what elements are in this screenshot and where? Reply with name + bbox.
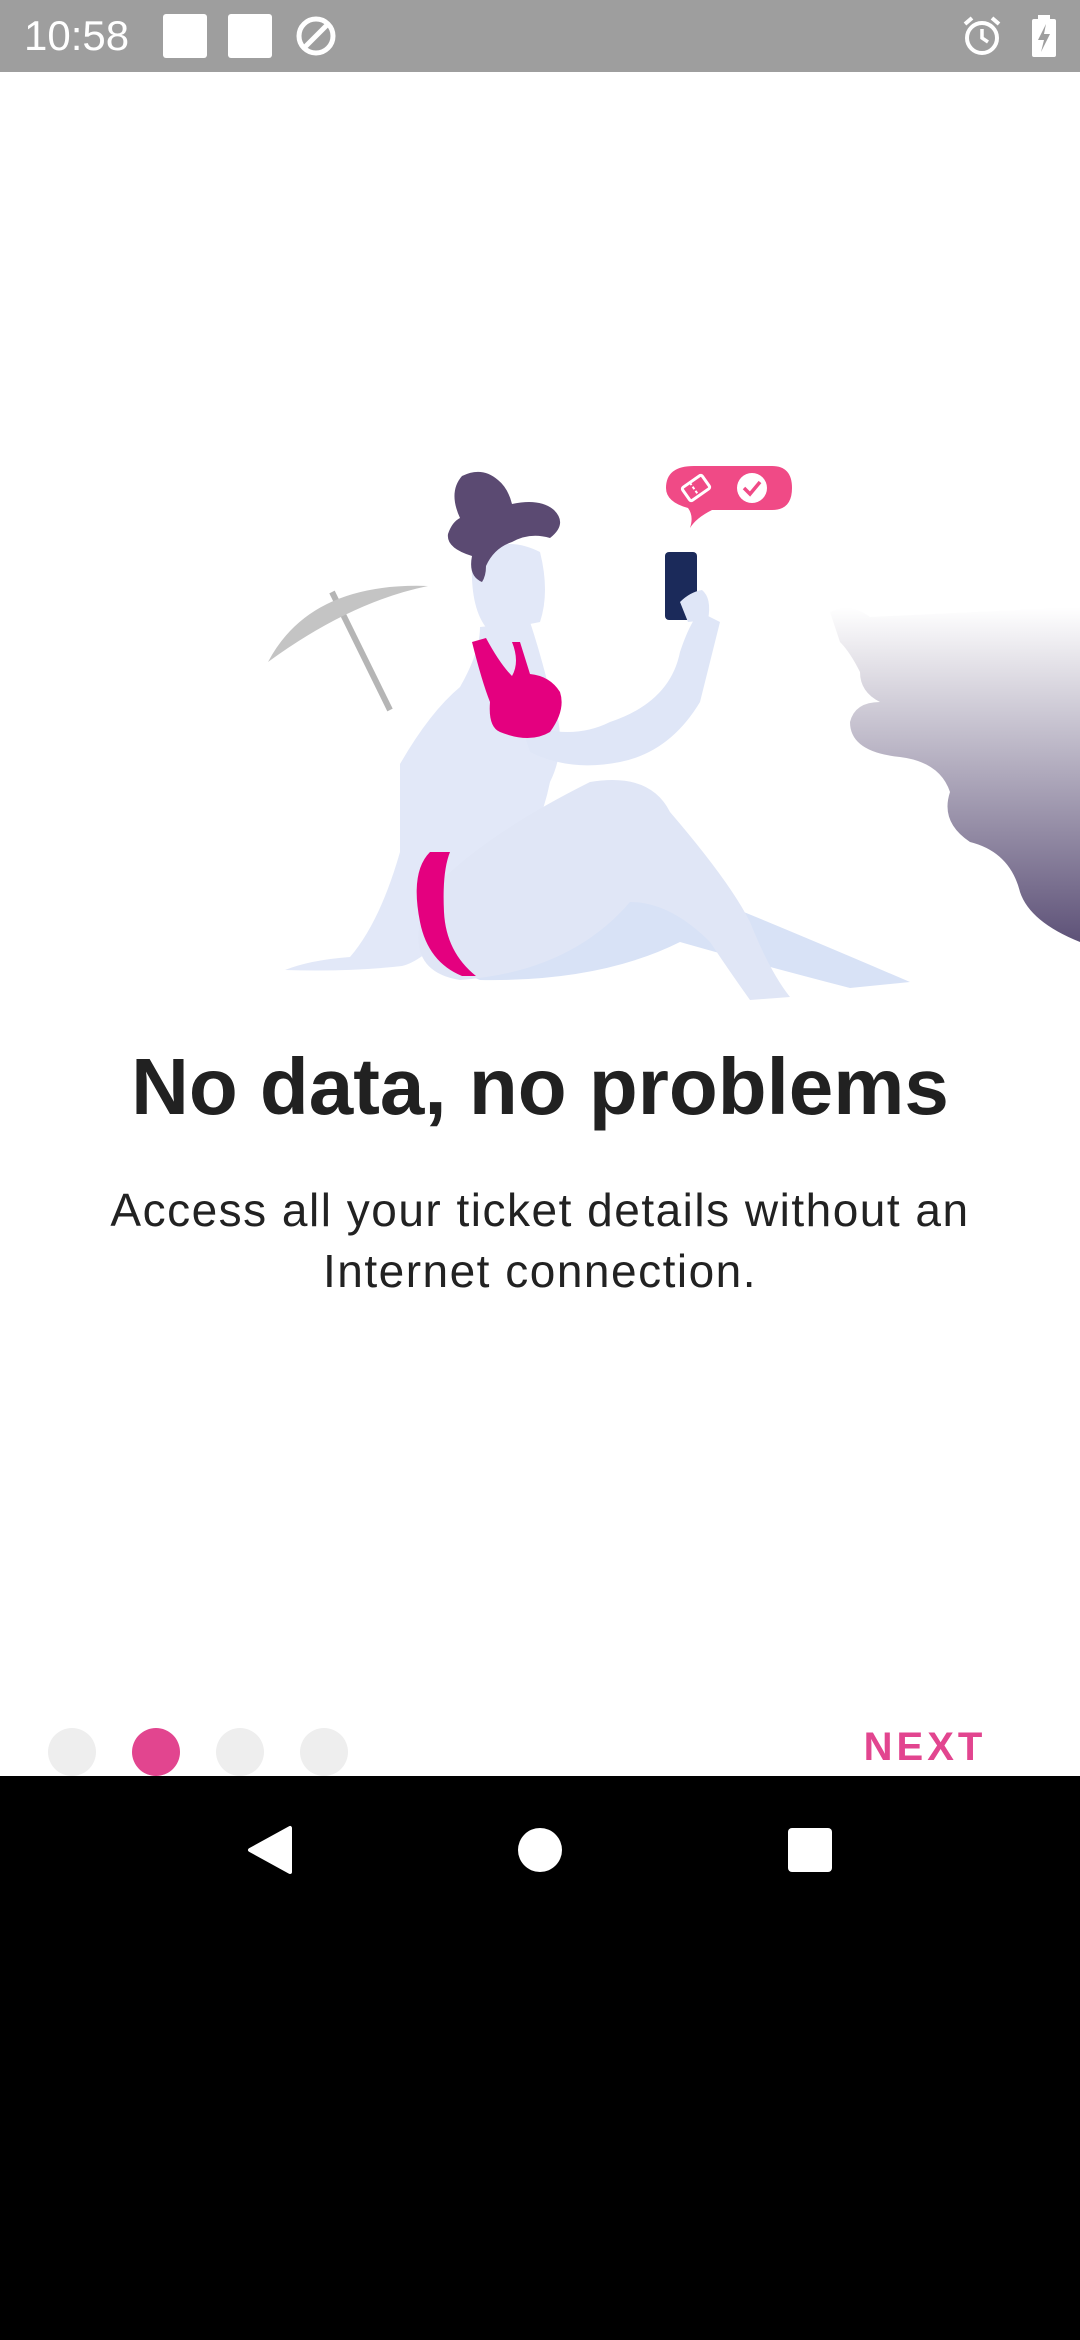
onboarding-description: Access all your ticket details without a… [110,1184,970,1297]
status-time: 10:58 [24,12,130,59]
page-dot[interactable] [216,1728,264,1776]
battery-charging-icon [1032,15,1056,57]
navigation-bar [0,1776,1080,1920]
notification-square-icon [163,14,207,58]
recents-icon[interactable] [762,1802,858,1898]
data-saver-icon [296,16,336,56]
onboarding-screen: No data, no problems Access all your tic… [0,72,1080,1776]
onboarding-title: No data, no problems [131,1042,949,1131]
notification-square-icon [228,14,272,58]
page-dot[interactable] [300,1728,348,1776]
alarm-icon [963,16,1001,55]
woman-on-beach-illustration [268,466,1080,1000]
page-dot[interactable] [48,1728,96,1776]
back-icon[interactable] [220,1802,316,1898]
page-dot-active[interactable] [132,1728,180,1776]
next-button[interactable]: NEXT [830,1712,1020,1782]
status-bar: 10:58 [0,0,1080,72]
home-icon[interactable] [492,1802,588,1898]
